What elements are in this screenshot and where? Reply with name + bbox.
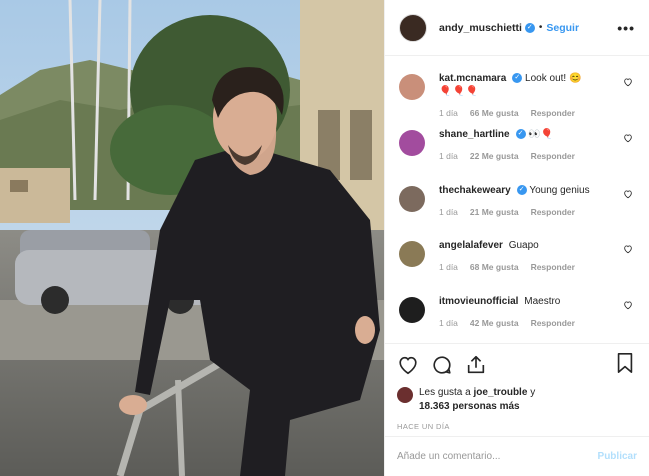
commenter-avatar[interactable] xyxy=(399,74,425,100)
comment-body: kat.mcnamara ✓ Look out! 😊 🎈🎈🎈 1 día 66 M… xyxy=(439,72,635,118)
verified-icon: ✓ xyxy=(516,184,527,195)
commenter-avatar[interactable] xyxy=(399,129,425,156)
comment-body: itmovieunofficial Maestro 1 día 42 Me gu… xyxy=(439,295,635,335)
verified-icon: ✓ xyxy=(515,129,526,140)
comment-item: thechakeweary ✓ Young genius 1 día 21 Me … xyxy=(399,168,635,224)
commenter-avatar[interactable] xyxy=(399,185,425,212)
heart-icon[interactable] xyxy=(623,77,633,87)
heart-icon[interactable] xyxy=(623,133,633,143)
bookmark-icon[interactable] xyxy=(615,352,635,374)
comment-likes[interactable]: 68 Me gusta xyxy=(470,262,519,272)
comment-meta: 1 día 21 Me gusta Responder xyxy=(439,207,635,217)
heart-icon[interactable] xyxy=(623,244,633,254)
likes-summary: Les gusta a joe_trouble y 18.363 persona… xyxy=(397,386,637,414)
comment-meta: 1 día 68 Me gusta Responder xyxy=(439,262,635,272)
liker-username[interactable]: joe_trouble xyxy=(474,387,528,398)
comment-time[interactable]: 1 día xyxy=(439,151,458,161)
comment-item: itmovieunofficial Maestro 1 día 42 Me gu… xyxy=(399,279,635,335)
heart-icon[interactable] xyxy=(623,300,633,310)
publish-button[interactable]: Publicar xyxy=(598,451,637,462)
share-icon[interactable] xyxy=(465,354,487,376)
author-username[interactable]: andy_muschietti xyxy=(439,22,522,34)
comment-item: angelalafever Guapo 1 día 68 Me gusta Re… xyxy=(399,223,635,279)
commenter-avatar[interactable] xyxy=(399,241,425,268)
comment-likes[interactable]: 42 Me gusta xyxy=(470,318,519,328)
reply-button[interactable]: Responder xyxy=(531,262,575,272)
comment-item: shane_hartline ✓ 👀🎈 1 día 22 Me gusta Res… xyxy=(399,112,635,168)
post-photo[interactable] xyxy=(0,0,384,476)
commenter-username[interactable]: kat.mcnamara xyxy=(439,73,506,84)
more-options-icon[interactable]: ••• xyxy=(617,20,635,36)
comment-text-line: shane_hartline ✓ 👀🎈 xyxy=(439,128,635,141)
comment-icon[interactable] xyxy=(431,354,453,376)
comment-time[interactable]: 1 día xyxy=(439,262,458,272)
reply-button[interactable]: Responder xyxy=(531,318,575,328)
comment-text: 👀🎈 xyxy=(528,128,554,140)
comment-text-line: angelalafever Guapo xyxy=(439,239,635,252)
comment-text: Look out! 😊 xyxy=(525,73,582,84)
comment-item: kat.mcnamara ✓ Look out! 😊 🎈🎈🎈 1 día 66 M… xyxy=(399,56,635,118)
comment-meta: 1 día 22 Me gusta Responder xyxy=(439,151,635,161)
likes-connector: y xyxy=(530,387,536,398)
action-icons xyxy=(397,352,637,378)
separator-dot: • xyxy=(538,22,543,33)
heart-icon[interactable] xyxy=(623,189,633,199)
commenter-avatar[interactable] xyxy=(399,297,425,324)
comment-extra-text: 🎈🎈🎈 xyxy=(439,86,480,97)
likes-prefix: Les gusta a xyxy=(419,387,471,398)
liker-avatar[interactable] xyxy=(397,387,413,403)
post-photo-image xyxy=(0,0,384,476)
comment-meta: 1 día 42 Me gusta Responder xyxy=(439,318,635,328)
comment-likes[interactable]: 21 Me gusta xyxy=(470,207,519,217)
comments-list[interactable]: kat.mcnamara ✓ Look out! 😊 🎈🎈🎈 1 día 66 M… xyxy=(385,56,649,343)
comment-likes[interactable]: 22 Me gusta xyxy=(470,151,519,161)
reply-button[interactable]: Responder xyxy=(531,207,575,217)
comment-time[interactable]: 1 día xyxy=(439,318,458,328)
comment-text: Young genius xyxy=(529,184,590,196)
comment-text: Maestro xyxy=(524,296,561,308)
verified-icon: ✓ xyxy=(512,73,523,84)
verified-icon: ✓ xyxy=(524,22,535,33)
reply-button[interactable]: Responder xyxy=(531,151,575,161)
post-side-panel: andy_muschietti ✓ • Seguir ••• kat.mcnam… xyxy=(384,0,649,476)
comment-input[interactable] xyxy=(397,451,598,462)
comment-body: angelalafever Guapo 1 día 68 Me gusta Re… xyxy=(439,239,635,279)
author-avatar[interactable] xyxy=(399,13,427,42)
likes-others[interactable]: 18.363 personas más xyxy=(419,401,520,412)
follow-button[interactable]: Seguir xyxy=(546,22,579,34)
heart-icon[interactable] xyxy=(397,354,419,376)
post-header: andy_muschietti ✓ • Seguir ••• xyxy=(385,0,649,56)
post-timestamp[interactable]: HACE UN DÍA xyxy=(397,422,637,431)
comment-text-line: thechakeweary ✓ Young genius xyxy=(439,184,635,197)
likes-text: Les gusta a joe_trouble y 18.363 persona… xyxy=(419,386,535,414)
commenter-username[interactable]: thechakeweary xyxy=(439,185,511,196)
comment-text-line: kat.mcnamara ✓ Look out! 😊 xyxy=(439,72,635,85)
commenter-username[interactable]: itmovieunofficial xyxy=(439,296,518,307)
comment-body: shane_hartline ✓ 👀🎈 1 día 22 Me gusta Res… xyxy=(439,128,635,168)
comment-text-line: itmovieunofficial Maestro xyxy=(439,295,635,308)
commenter-username[interactable]: shane_hartline xyxy=(439,129,510,140)
comment-body: thechakeweary ✓ Young genius 1 día 21 Me … xyxy=(439,184,635,224)
commenter-username[interactable]: angelalafever xyxy=(439,240,503,251)
comment-time[interactable]: 1 día xyxy=(439,207,458,217)
add-comment-bar: Publicar xyxy=(385,436,649,476)
post-dialog: andy_muschietti ✓ • Seguir ••• kat.mcnam… xyxy=(0,0,649,476)
comment-text: Guapo xyxy=(508,240,539,252)
